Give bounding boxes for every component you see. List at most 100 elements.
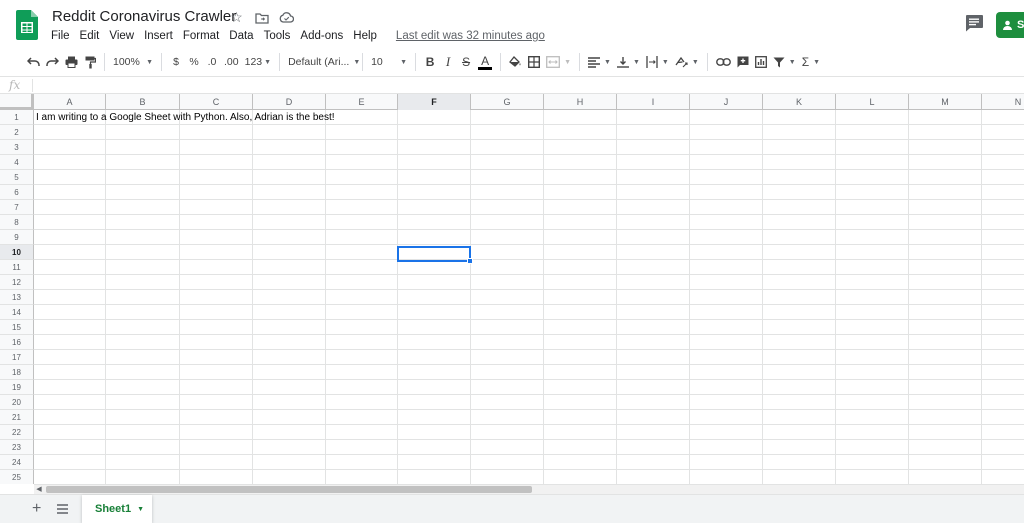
strikethrough-button[interactable]: S [457,51,475,73]
menu-help[interactable]: Help [348,30,382,42]
italic-button[interactable]: I [439,51,457,73]
share-button[interactable]: S [996,12,1024,38]
all-sheets-menu-icon[interactable] [57,504,68,514]
menu-tools[interactable]: Tools [259,30,296,42]
insert-comment-button[interactable] [734,51,752,73]
last-edit-link[interactable]: Last edit was 32 minutes ago [396,30,545,42]
increase-decimals-button[interactable]: .00 [221,51,242,73]
column-header-h[interactable]: H [544,94,617,110]
paint-format-icon [85,56,96,68]
column-header-b[interactable]: B [106,94,180,110]
column-header-a[interactable]: A [34,94,106,110]
fill-color-button[interactable] [506,51,525,73]
column-header-m[interactable]: M [909,94,982,110]
row-header-16[interactable]: 16 [0,335,34,350]
google-sheets-logo-icon[interactable] [16,10,38,40]
sheet-tab-sheet1[interactable]: Sheet1 ▼ [82,495,152,523]
row-header-9[interactable]: 9 [0,230,34,245]
fill-handle[interactable] [467,258,473,264]
font-family-select[interactable]: Default (Ari... ▼ [285,51,360,73]
column-header-k[interactable]: K [763,94,836,110]
vertical-align-button[interactable]: ▼ [614,51,643,73]
row-header-6[interactable]: 6 [0,185,34,200]
redo-button[interactable] [43,51,62,73]
filter-button[interactable]: ▼ [770,51,799,73]
row-header-24[interactable]: 24 [0,455,34,470]
column-header-c[interactable]: C [180,94,253,110]
paint-format-button[interactable] [81,51,99,73]
row-header-7[interactable]: 7 [0,200,34,215]
column-header-f[interactable]: F [398,94,471,110]
row-header-10[interactable]: 10 [0,245,34,260]
font-size-select[interactable]: 10 ▼ [368,51,410,73]
row-header-17[interactable]: 17 [0,350,34,365]
decrease-decimals-button[interactable]: .0 [203,51,221,73]
select-all-corner[interactable] [0,94,34,110]
row-header-18[interactable]: 18 [0,365,34,380]
menu-view[interactable]: View [104,30,139,42]
chevron-down-icon[interactable]: ▼ [137,506,144,513]
row-header-22[interactable]: 22 [0,425,34,440]
borders-button[interactable] [525,51,543,73]
column-header-g[interactable]: G [471,94,544,110]
spreadsheet-grid[interactable]: ABCDEFGHIJKLMN 1 2 3 4 5 6 7 8 9 10 11 12 13 14 15 16 17… [0,94,1024,484]
horizontal-scrollbar-thumb[interactable] [46,486,532,493]
row-header-4[interactable]: 4 [0,155,34,170]
row-header-3[interactable]: 3 [0,140,34,155]
format-percent-button[interactable]: % [185,51,203,73]
comments-icon[interactable] [964,14,984,32]
menu-format[interactable]: Format [178,30,224,42]
row-header-2[interactable]: 2 [0,125,34,140]
text-wrapping-button[interactable]: ▼ [643,51,672,73]
column-header-l[interactable]: L [836,94,909,110]
move-to-folder-icon[interactable] [253,9,270,26]
column-header-d[interactable]: D [253,94,326,110]
scroll-left-icon[interactable]: ◀ [34,485,44,494]
undo-icon [27,57,40,66]
row-header-20[interactable]: 20 [0,395,34,410]
row-header-15[interactable]: 15 [0,320,34,335]
formula-input[interactable] [38,78,1018,92]
row-header-19[interactable]: 19 [0,380,34,395]
menu-data[interactable]: Data [224,30,258,42]
chevron-down-icon: ▼ [264,58,272,66]
row-header-13[interactable]: 13 [0,290,34,305]
merge-cells-button[interactable]: ▼ [543,51,574,73]
row-header-8[interactable]: 8 [0,215,34,230]
more-formats-select[interactable]: 123 ▼ [242,51,274,73]
insert-link-button[interactable] [713,51,734,73]
row-header-25[interactable]: 25 [0,470,34,484]
print-button[interactable] [62,51,81,73]
undo-button[interactable] [24,51,43,73]
row-header-14[interactable]: 14 [0,305,34,320]
row-header-12[interactable]: 12 [0,275,34,290]
row-header-21[interactable]: 21 [0,410,34,425]
star-icon[interactable]: ☆ [228,9,245,26]
row-header-23[interactable]: 23 [0,440,34,455]
add-sheet-button[interactable]: + [32,501,41,517]
column-header-j[interactable]: J [690,94,763,110]
menu-file[interactable]: File [46,30,75,42]
insert-chart-button[interactable] [752,51,770,73]
horizontal-scrollbar[interactable]: ◀ [34,484,1024,494]
cell-a1[interactable]: I am writing to a Google Sheet with Pyth… [36,112,335,123]
column-header-n[interactable]: N [982,94,1024,110]
cloud-saved-icon[interactable] [278,9,295,26]
functions-button[interactable]: Σ ▼ [799,51,823,73]
format-currency-button[interactable]: $ [167,51,185,73]
column-header-e[interactable]: E [326,94,398,110]
column-header-i[interactable]: I [617,94,690,110]
menu-insert[interactable]: Insert [139,30,178,42]
text-color-button[interactable]: A [475,51,495,73]
row-header-11[interactable]: 11 [0,260,34,275]
text-rotation-button[interactable]: ▼ [672,51,702,73]
document-title[interactable]: Reddit Coronavirus Crawler [52,8,236,25]
active-cell-f10[interactable] [397,246,471,262]
zoom-select[interactable]: 100% ▼ [110,51,156,73]
menu-add-ons[interactable]: Add-ons [295,30,348,42]
bold-button[interactable]: B [421,51,439,73]
row-header-5[interactable]: 5 [0,170,34,185]
row-header-1[interactable]: 1 [0,110,34,125]
horizontal-align-button[interactable]: ▼ [585,51,614,73]
menu-edit[interactable]: Edit [75,30,105,42]
